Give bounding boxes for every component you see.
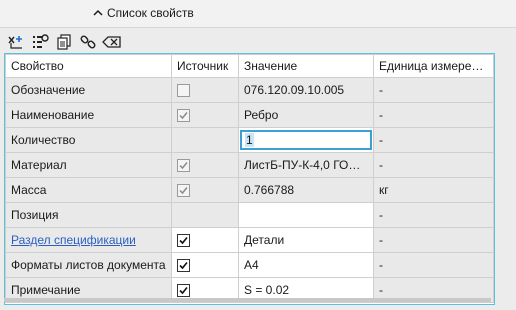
value-cell[interactable]: Детали: [238, 227, 374, 253]
panel-title[interactable]: Список свойств: [93, 6, 194, 20]
unit-cell: -: [373, 77, 494, 103]
column-header-property[interactable]: Свойство: [5, 54, 172, 78]
source-cell[interactable]: [171, 252, 239, 278]
unit-cell: -: [373, 202, 494, 228]
unit-cell: кг: [373, 177, 494, 203]
source-checkbox[interactable]: [177, 234, 190, 248]
chevron-up-icon[interactable]: [93, 9, 103, 17]
table-row[interactable]: Масса 0.766788 кг: [5, 177, 494, 203]
table-row[interactable]: Материал ЛистБ-ПУ-К-4,0 ГОСТ... -: [5, 152, 494, 178]
property-settings-icon[interactable]: [30, 32, 50, 52]
value-cell[interactable]: 0.766788: [238, 177, 374, 203]
panel-title-label: Список свойств: [107, 6, 194, 20]
table-row[interactable]: Количество 1 -: [5, 127, 494, 153]
source-checkbox: [177, 184, 190, 198]
value-cell[interactable]: 076.120.09.10.005: [238, 77, 374, 103]
source-cell[interactable]: [171, 227, 239, 253]
property-name-link[interactable]: Раздел спецификации: [5, 227, 172, 253]
source-cell: [171, 177, 239, 203]
source-cell: [171, 152, 239, 178]
value-cell[interactable]: Ребро: [238, 102, 374, 128]
unit-cell: -: [373, 127, 494, 153]
source-cell: [171, 102, 239, 128]
insert-property-icon[interactable]: [6, 32, 26, 52]
source-checkbox: [177, 84, 190, 98]
source-checkbox: [177, 109, 190, 123]
column-header-value[interactable]: Значение: [238, 54, 374, 78]
table-row[interactable]: Раздел спецификации Детали -: [5, 227, 494, 253]
unit-cell: -: [373, 102, 494, 128]
specification-section-link[interactable]: Раздел спецификации: [11, 233, 136, 247]
value-cell-editing[interactable]: 1: [238, 127, 374, 153]
unit-cell: -: [373, 227, 494, 253]
link-icon[interactable]: [78, 32, 98, 52]
value-cell[interactable]: ЛистБ-ПУ-К-4,0 ГОСТ...: [238, 152, 374, 178]
source-checkbox[interactable]: [177, 259, 190, 273]
copy-properties-icon[interactable]: [54, 32, 74, 52]
table-header-row: Свойство Источник Значение Единица измер…: [5, 54, 494, 78]
unit-cell: -: [373, 252, 494, 278]
property-name: Количество: [5, 127, 172, 153]
source-cell: [171, 77, 239, 103]
properties-grid[interactable]: Свойство Источник Значение Единица измер…: [4, 53, 495, 305]
table-row[interactable]: Форматы листов документа A4 -: [5, 252, 494, 278]
source-cell: [171, 127, 239, 153]
table-row[interactable]: Обозначение 076.120.09.10.005 -: [5, 77, 494, 103]
value-input[interactable]: 1: [240, 130, 372, 150]
source-cell: [171, 202, 239, 228]
table-row[interactable]: Наименование Ребро -: [5, 102, 494, 128]
toolbar: [0, 30, 516, 54]
property-name: Позиция: [5, 202, 172, 228]
delete-icon[interactable]: [102, 32, 122, 52]
property-name: Форматы листов документа: [5, 252, 172, 278]
panel-header[interactable]: Список свойств: [0, 0, 516, 28]
property-name: Масса: [5, 177, 172, 203]
property-name: Материал: [5, 152, 172, 178]
source-checkbox[interactable]: [177, 284, 190, 298]
column-header-source[interactable]: Источник: [171, 54, 239, 78]
properties-table: Свойство Источник Значение Единица измер…: [5, 54, 494, 303]
table-row[interactable]: Позиция -: [5, 202, 494, 228]
property-name: Обозначение: [5, 77, 172, 103]
value-cell[interactable]: [238, 202, 374, 228]
column-header-unit[interactable]: Единица измерения: [373, 54, 494, 78]
source-checkbox: [177, 159, 190, 173]
value-cell[interactable]: A4: [238, 252, 374, 278]
value-input-text[interactable]: 1: [245, 133, 254, 147]
unit-cell: -: [373, 152, 494, 178]
horizontal-scrollbar[interactable]: [4, 298, 491, 302]
property-name: Наименование: [5, 102, 172, 128]
